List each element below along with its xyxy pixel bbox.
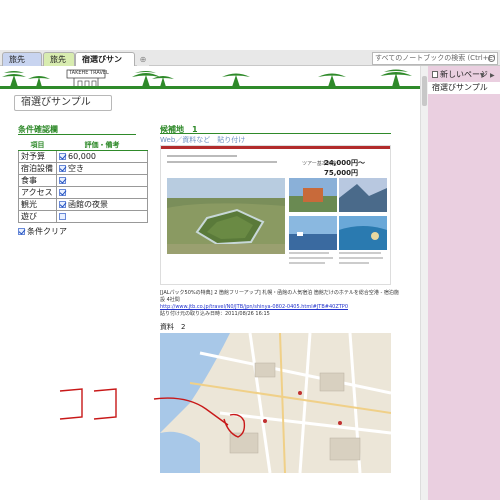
goryokaku-aerial-photo: [167, 178, 285, 254]
row-eval: 60,000: [56, 150, 148, 163]
coast-photo: [339, 216, 387, 250]
table-header-item: 項目: [18, 140, 57, 151]
row-item: 宿泊設備: [18, 162, 57, 175]
tab-label: 旅先: [9, 55, 25, 64]
checkbox[interactable]: [18, 228, 25, 235]
source-caption: [JALパック50%の特典] 2 箇館フリーアップ] 札幌・函館の人気宿泊 箇館…: [160, 290, 399, 303]
table-row: 観光 函館の夜景: [18, 198, 148, 211]
search-placeholder: すべてのノートブックの検索 (Ctrl+E): [375, 54, 496, 62]
checkbox[interactable]: [59, 213, 66, 220]
conditions-table: 項目 評価・備考 対予算 60,000 宿泊設備 空き 食事 アクセス 観光 函…: [18, 140, 148, 223]
row-item: アクセス: [18, 186, 57, 199]
checkbox[interactable]: [59, 153, 66, 160]
palm-tree-decoration: [2, 69, 412, 86]
table-header-eval: 評価・備考: [56, 140, 148, 151]
tab-trip-1[interactable]: 旅先1: [2, 52, 42, 78]
checkbox[interactable]: [59, 201, 66, 208]
clip-date: 貼り付け元の取り込み日時：2011/08/26 16:15: [160, 311, 270, 317]
price-value: 24,000円～75,000円: [324, 159, 366, 177]
new-page-icon: [432, 71, 438, 78]
table-row: 食事: [18, 174, 148, 187]
vertical-scrollbar[interactable]: [420, 66, 428, 500]
clear-label: 条件クリア: [27, 227, 67, 236]
plus-icon: ⊕: [139, 55, 147, 64]
divider: [18, 134, 136, 135]
pasted-web-clip[interactable]: ツアー基本料金： 24,000円～75,000円: [160, 145, 391, 285]
clear-conditions[interactable]: 条件クリア: [18, 226, 67, 237]
row-item: 対予算: [18, 150, 57, 163]
sidebar-item-inn-sample[interactable]: 宿選びサンプル: [428, 82, 500, 94]
source-link[interactable]: http://www.jtb.co.jp/travel/N0/JTB/jpn/s…: [160, 304, 400, 311]
row-eval: [56, 174, 148, 187]
row-note: 函館の夜景: [68, 200, 108, 209]
source-info: [JALパック50%の特典] 2 箇館フリーアップ] 札幌・函館の人気宿泊 箇館…: [160, 290, 400, 318]
row-eval: [56, 210, 148, 223]
material-label: 資料 2: [160, 323, 186, 331]
tab-trip-2[interactable]: 旅先2: [43, 52, 75, 78]
search-input[interactable]: すべてのノートブックの検索 (Ctrl+E): [372, 52, 498, 65]
row-item: 観光: [18, 198, 57, 211]
search-icon[interactable]: [488, 55, 495, 62]
banner-sign-text: TAKEHE TRAVEL: [69, 70, 109, 76]
chevron-down-icon[interactable]: ▼: [480, 72, 485, 79]
caption-lines: [289, 252, 337, 264]
clip-meta-lines: [167, 154, 277, 163]
scrollbar-thumb[interactable]: [422, 76, 427, 106]
page-banner: TAKEHE TRAVEL: [0, 67, 428, 89]
caption-lines: [339, 252, 387, 264]
checkbox[interactable]: [59, 177, 66, 184]
add-section-button[interactable]: ⊕: [137, 52, 149, 66]
row-note: 60,000: [68, 152, 96, 161]
bay-view-photo: [339, 178, 387, 212]
checkbox[interactable]: [59, 165, 66, 172]
harbor-photo: [289, 216, 337, 250]
page-title[interactable]: 宿選びサンプル: [14, 95, 112, 111]
row-item: 食事: [18, 174, 57, 187]
tab-inn-sample[interactable]: 宿選びサンプル: [75, 52, 135, 78]
hotel-exterior-photo: [289, 178, 337, 212]
handwritten-ink-annotation[interactable]: [56, 385, 246, 445]
clip-header-bar: [161, 146, 390, 149]
chevron-right-icon[interactable]: ▶: [490, 72, 495, 79]
row-note: 空き: [68, 164, 84, 173]
table-row: アクセス: [18, 186, 148, 199]
page-list-sidebar: 新しいページ ▼ ▶ 宿選びサンプル: [428, 66, 500, 500]
table-row: 遊び: [18, 210, 148, 223]
row-eval: 函館の夜景: [56, 198, 148, 211]
row-item: 遊び: [18, 210, 57, 223]
table-row: 宿泊設備 空き: [18, 162, 148, 175]
row-eval: [56, 186, 148, 199]
checkbox[interactable]: [59, 189, 66, 196]
tab-label: 旅先: [50, 55, 66, 64]
divider: [160, 133, 391, 134]
candidate-subtitle: Web／資料など 貼り付け: [160, 136, 246, 144]
row-eval: 空き: [56, 162, 148, 175]
table-row: 対予算 60,000: [18, 150, 148, 163]
